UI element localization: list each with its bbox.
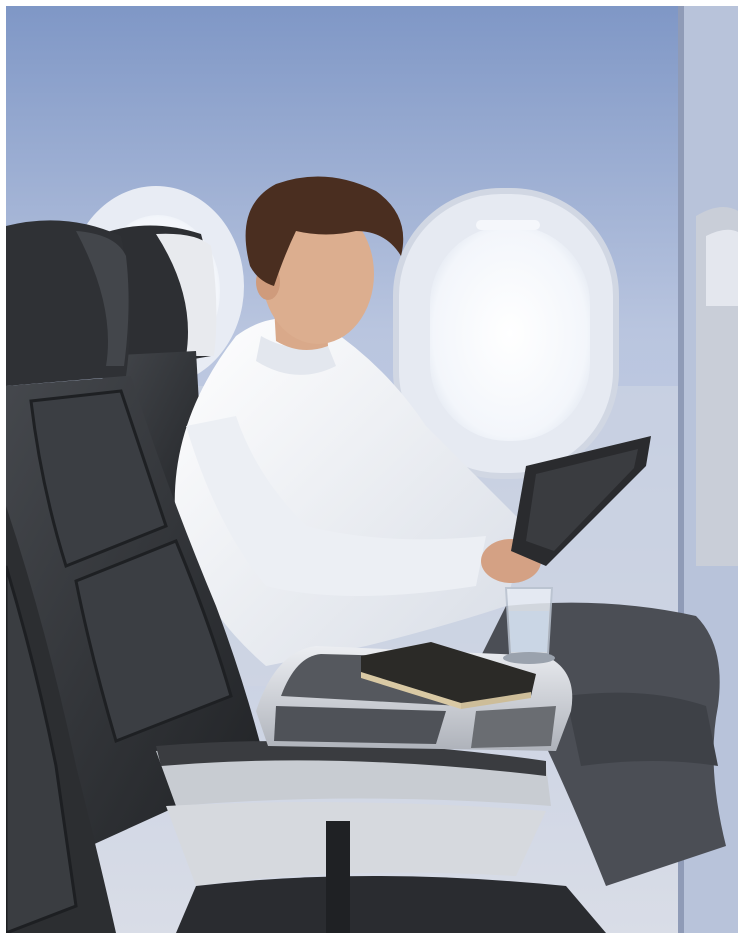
seat-belt — [326, 821, 350, 933]
armrest-console — [156, 741, 551, 886]
seat-cushion — [176, 876, 606, 933]
photo-frame — [6, 6, 738, 933]
water-glass — [503, 587, 555, 664]
cabin-photo — [6, 6, 738, 933]
